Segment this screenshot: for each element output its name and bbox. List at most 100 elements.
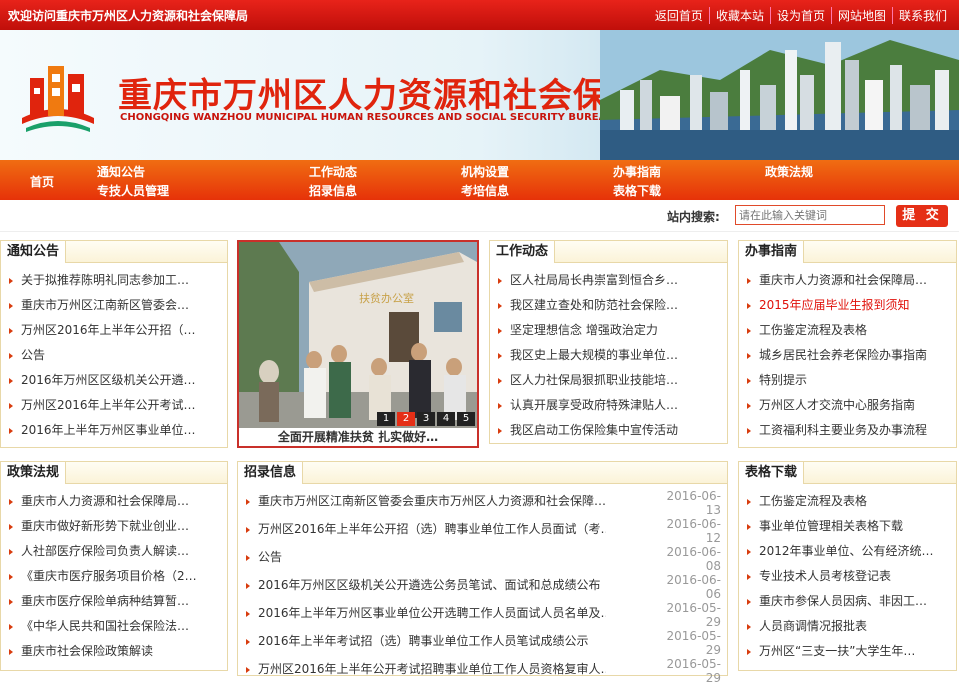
arrow-icon: [9, 523, 13, 530]
list-item[interactable]: 我区启动工伤保险集中宣传活动: [498, 418, 721, 443]
search-submit-button[interactable]: 提 交: [896, 205, 948, 227]
nav-work-news[interactable]: 工作动态: [309, 163, 357, 180]
city-skyline-image: [600, 30, 959, 160]
list-item[interactable]: 事业单位管理相关表格下载: [747, 514, 950, 539]
table-row[interactable]: 万州区2016年上半年公开考试招聘事业单位工作人员资格复审人… 2016-05-2…: [246, 657, 721, 685]
date: 2016-05-29: [666, 657, 721, 685]
list-item[interactable]: 专业技术人员考核登记表: [747, 564, 950, 589]
slide-page-5[interactable]: 5: [457, 412, 475, 426]
arrow-icon: [9, 648, 13, 655]
photo-slideshow[interactable]: 扶贫办公室 1 2 3 4 5 全面开展精准扶贫 扎实做好…: [237, 240, 479, 448]
slide-page-4[interactable]: 4: [437, 412, 455, 426]
nav-policies[interactable]: 政策法规: [765, 163, 813, 180]
search-bar: 站内搜索: 提 交: [0, 200, 959, 232]
arrow-icon: [246, 638, 250, 645]
arrow-icon: [9, 498, 13, 505]
list-item[interactable]: 万州区2016年上半年公开招（…: [9, 318, 221, 343]
arrow-icon: [747, 377, 751, 384]
list-item[interactable]: 万州区2016年上半年公开考试…: [9, 393, 221, 418]
arrow-icon: [747, 623, 751, 630]
list-item[interactable]: 我区史上最大规模的事业单位…: [498, 343, 721, 368]
list-item[interactable]: 2016年万州区区级机关公开遴…: [9, 368, 221, 393]
list-item[interactable]: 公告: [9, 343, 221, 368]
table-row[interactable]: 2016年万州区区级机关公开遴选公务员笔试、面试和总成绩公布 2016-06-06: [246, 573, 721, 601]
nav-notices[interactable]: 通知公告: [97, 163, 145, 180]
forms-list: 工伤鉴定流程及表格 事业单位管理相关表格下载 2012年事业单位、公有经济统… …: [747, 489, 950, 664]
list-item[interactable]: 区人力社保局狠抓职业技能培…: [498, 368, 721, 393]
arrow-icon: [246, 610, 250, 617]
nav-home[interactable]: 首页: [30, 173, 54, 190]
arrow-icon: [246, 582, 250, 589]
arrow-icon: [747, 327, 751, 334]
link-bookmark[interactable]: 收藏本站: [708, 7, 770, 24]
list-item[interactable]: 特别提示: [747, 368, 950, 393]
nav-organization[interactable]: 机构设置: [461, 163, 509, 180]
nav-recruitment[interactable]: 招录信息: [309, 182, 357, 199]
list-item[interactable]: 重庆市参保人员因病、非因工…: [747, 589, 950, 614]
arrow-icon: [246, 526, 250, 533]
list-item[interactable]: 工伤鉴定流程及表格: [747, 318, 950, 343]
list-item[interactable]: 城乡居民社会养老保险办事指南: [747, 343, 950, 368]
arrow-icon: [498, 402, 502, 409]
list-item[interactable]: 工资福利科主要业务及办事流程: [747, 418, 950, 443]
table-row[interactable]: 2016年上半年万州区事业单位公开选聘工作人员面试人员名单及… 2016-05-2…: [246, 601, 721, 629]
slide-page-2[interactable]: 2: [397, 412, 415, 426]
list-item[interactable]: 《重庆市医疗服务项目价格（2…: [9, 564, 221, 589]
list-item[interactable]: 关于拟推荐陈明礼同志参加工…: [9, 268, 221, 293]
slideshow-caption[interactable]: 全面开展精准扶贫 扎实做好…: [239, 428, 477, 446]
link-sitemap[interactable]: 网站地图: [830, 7, 892, 24]
arrow-icon: [246, 498, 250, 505]
arrow-icon: [9, 548, 13, 555]
service-guide-panel: 办事指南 重庆市人力资源和社会保障局… 2015年应届毕业生报到须知 工伤鉴定流…: [738, 240, 957, 448]
nav-form-download[interactable]: 表格下载: [613, 182, 661, 199]
link-contact[interactable]: 联系我们: [891, 7, 953, 24]
arrow-icon: [747, 302, 751, 309]
list-item[interactable]: 万州区人才交流中心服务指南: [747, 393, 950, 418]
arrow-icon: [246, 666, 250, 673]
slideshow-pager: 1 2 3 4 5: [375, 412, 475, 426]
nav-exams-training[interactable]: 考培信息: [461, 182, 509, 199]
list-item[interactable]: 认真开展享受政府特殊津贴人…: [498, 393, 721, 418]
work-news-panel: 工作动态 区人社局局长冉崇富到恒合乡… 我区建立查处和防范社会保险… 坚定理想信…: [489, 240, 728, 444]
list-item[interactable]: 重庆市社会保险政策解读: [9, 639, 221, 664]
list-item[interactable]: 万州区“三支一扶”大学生年…: [747, 639, 950, 664]
list-item[interactable]: 我区建立查处和防范社会保险…: [498, 293, 721, 318]
table-row[interactable]: 重庆市万州区江南新区管委会重庆市万州区人力资源和社会保障… 2016-06-13: [246, 489, 721, 517]
search-input[interactable]: [735, 205, 885, 225]
list-item[interactable]: 重庆市人力资源和社会保障局…: [747, 268, 950, 293]
arrow-icon: [9, 623, 13, 630]
list-item[interactable]: 《中华人民共和国社会保险法…: [9, 614, 221, 639]
link-home[interactable]: 返回首页: [649, 7, 709, 24]
list-item[interactable]: 重庆市万州区江南新区管委会…: [9, 293, 221, 318]
list-item[interactable]: 区人社局局长冉崇富到恒合乡…: [498, 268, 721, 293]
recruitment-list: 重庆市万州区江南新区管委会重庆市万州区人力资源和社会保障… 2016-06-13 …: [246, 489, 721, 685]
welcome-text: 欢迎访问重庆市万州区人力资源和社会保障局: [8, 9, 249, 23]
recruitment-panel: 招录信息 重庆市万州区江南新区管委会重庆市万州区人力资源和社会保障… 2016-0…: [237, 461, 728, 685]
list-item[interactable]: 重庆市医疗保险单病种结算暂…: [9, 589, 221, 614]
list-item[interactable]: 工伤鉴定流程及表格: [747, 489, 950, 514]
arrow-icon: [498, 377, 502, 384]
link-set-homepage[interactable]: 设为首页: [769, 7, 831, 24]
arrow-icon: [498, 352, 502, 359]
slideshow-photo: 扶贫办公室: [239, 242, 477, 430]
list-item[interactable]: 坚定理想信念 增强政治定力: [498, 318, 721, 343]
list-item[interactable]: 重庆市人力资源和社会保障局…: [9, 489, 221, 514]
arrow-icon: [747, 573, 751, 580]
table-row[interactable]: 万州区2016年上半年公开招（选）聘事业单位工作人员面试（考… 2016-06-1…: [246, 517, 721, 545]
arrow-icon: [9, 352, 13, 359]
arrow-icon: [9, 573, 13, 580]
table-row[interactable]: 公告 2016-06-08: [246, 545, 721, 573]
date: 2016-05-29: [666, 601, 721, 629]
list-item-highlight[interactable]: 2015年应届毕业生报到须知: [747, 293, 950, 318]
slide-page-3[interactable]: 3: [417, 412, 435, 426]
list-item[interactable]: 人社部医疗保险司负责人解读…: [9, 539, 221, 564]
nav-service-guide[interactable]: 办事指南: [613, 163, 661, 180]
table-row[interactable]: 2016年上半年考试招（选）聘事业单位工作人员笔试成绩公示 2016-05-29: [246, 629, 721, 657]
list-item[interactable]: 人员商调情况报批表: [747, 614, 950, 639]
list-item[interactable]: 重庆市做好新形势下就业创业…: [9, 514, 221, 539]
list-item[interactable]: 2016年上半年万州区事业单位…: [9, 418, 221, 443]
list-item[interactable]: 2012年事业单位、公有经济统…: [747, 539, 950, 564]
slide-page-1[interactable]: 1: [377, 412, 395, 426]
nav-professional-staff[interactable]: 专技人员管理: [97, 182, 169, 199]
arrow-icon: [747, 498, 751, 505]
